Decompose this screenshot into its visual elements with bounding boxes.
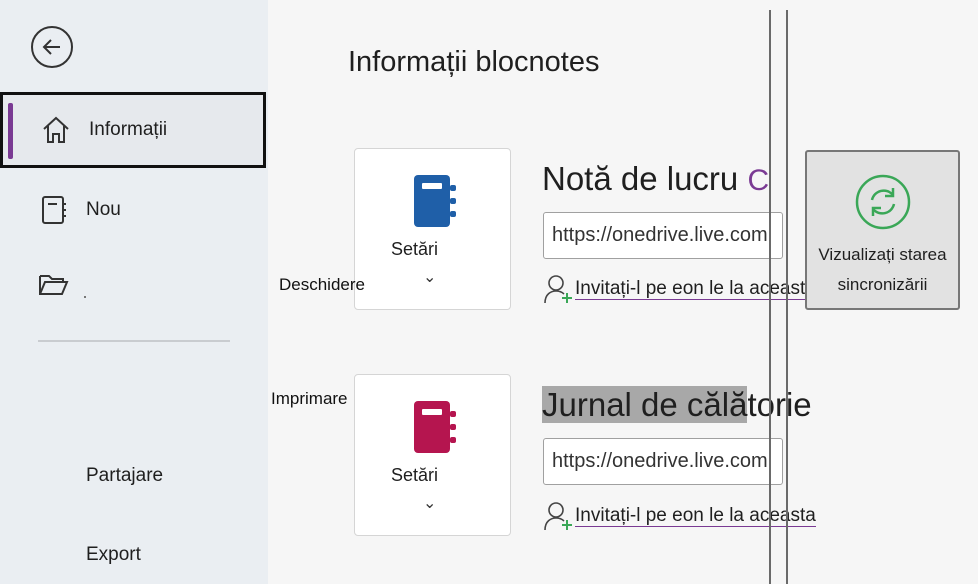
chevron-down-icon[interactable]: ⌄: [423, 267, 436, 287]
add-person-icon: [544, 502, 572, 531]
notebook-card-2[interactable]: Setări ⌄: [354, 374, 511, 536]
notebook-name-rest: torie: [747, 386, 812, 423]
nav-item-info[interactable]: Informații: [0, 92, 266, 168]
add-person-icon: [544, 275, 572, 304]
pane-divider-right: [786, 10, 788, 584]
open-label[interactable]: Deschidere: [279, 275, 365, 295]
nav-label-export: Export: [86, 544, 141, 565]
invite-text: Invitați-l pe eon le la aceasta: [575, 277, 816, 300]
nav-item-new[interactable]: Nou: [0, 172, 266, 248]
notebook-name-2: Jurnal de călătorie: [542, 386, 812, 424]
sidebar-divider: [38, 340, 230, 342]
view-sync-status-button[interactable]: Vizualizați starea sincronizării: [805, 150, 960, 310]
notebook-url-field-1[interactable]: https://onedrive.live.com: [543, 212, 783, 259]
notebook-name-suffix: C: [747, 164, 770, 197]
sync-label: Vizualizați starea sincronizării: [818, 245, 947, 294]
invite-link-1[interactable]: Invitați-l pe eon le la aceasta: [543, 272, 816, 306]
back-button[interactable]: [31, 26, 73, 68]
chevron-down-icon[interactable]: ⌄: [423, 493, 436, 513]
nav-item-share[interactable]: Partajare: [0, 438, 266, 514]
pane-divider-left: [769, 10, 771, 584]
sidebar: Informații Nou Partajare Export: [0, 0, 268, 584]
invite-link-2[interactable]: Invitați-l pe eon le la aceasta: [543, 499, 816, 533]
notebook-settings-label: Setări: [391, 465, 439, 485]
notebook-settings-label: Setări: [391, 239, 439, 259]
nav-item-open[interactable]: [0, 246, 266, 322]
decor-dot: [84, 296, 86, 298]
notebook-name-1: Notă de lucru C: [542, 160, 769, 198]
notebook-card-1[interactable]: Setări ⌄: [354, 148, 511, 310]
notebook-name-text: Notă de lucru: [542, 160, 739, 197]
notebook-red-icon: [414, 401, 456, 453]
nav-label-new: Nou: [86, 199, 121, 220]
nav-label-share: Partajare: [86, 465, 164, 486]
notebook-name-highlight: Jurnal de călă: [542, 386, 748, 423]
nav-item-export[interactable]: Export: [0, 517, 266, 584]
folder-open-icon: [36, 267, 70, 301]
page-title: Informații blocnotes: [348, 46, 600, 78]
invite-text: Invitați-l pe eon le la aceasta: [575, 504, 816, 527]
notebook-url-field-2[interactable]: https://onedrive.live.com: [543, 438, 783, 485]
sync-icon: [855, 174, 911, 230]
nav-label-info: Informații: [89, 119, 168, 140]
print-label[interactable]: Imprimare: [271, 389, 348, 409]
home-icon: [39, 113, 73, 147]
back-arrow-icon: [42, 39, 60, 55]
notebook-icon: [36, 193, 70, 227]
notebook-blue-icon: [414, 175, 456, 227]
